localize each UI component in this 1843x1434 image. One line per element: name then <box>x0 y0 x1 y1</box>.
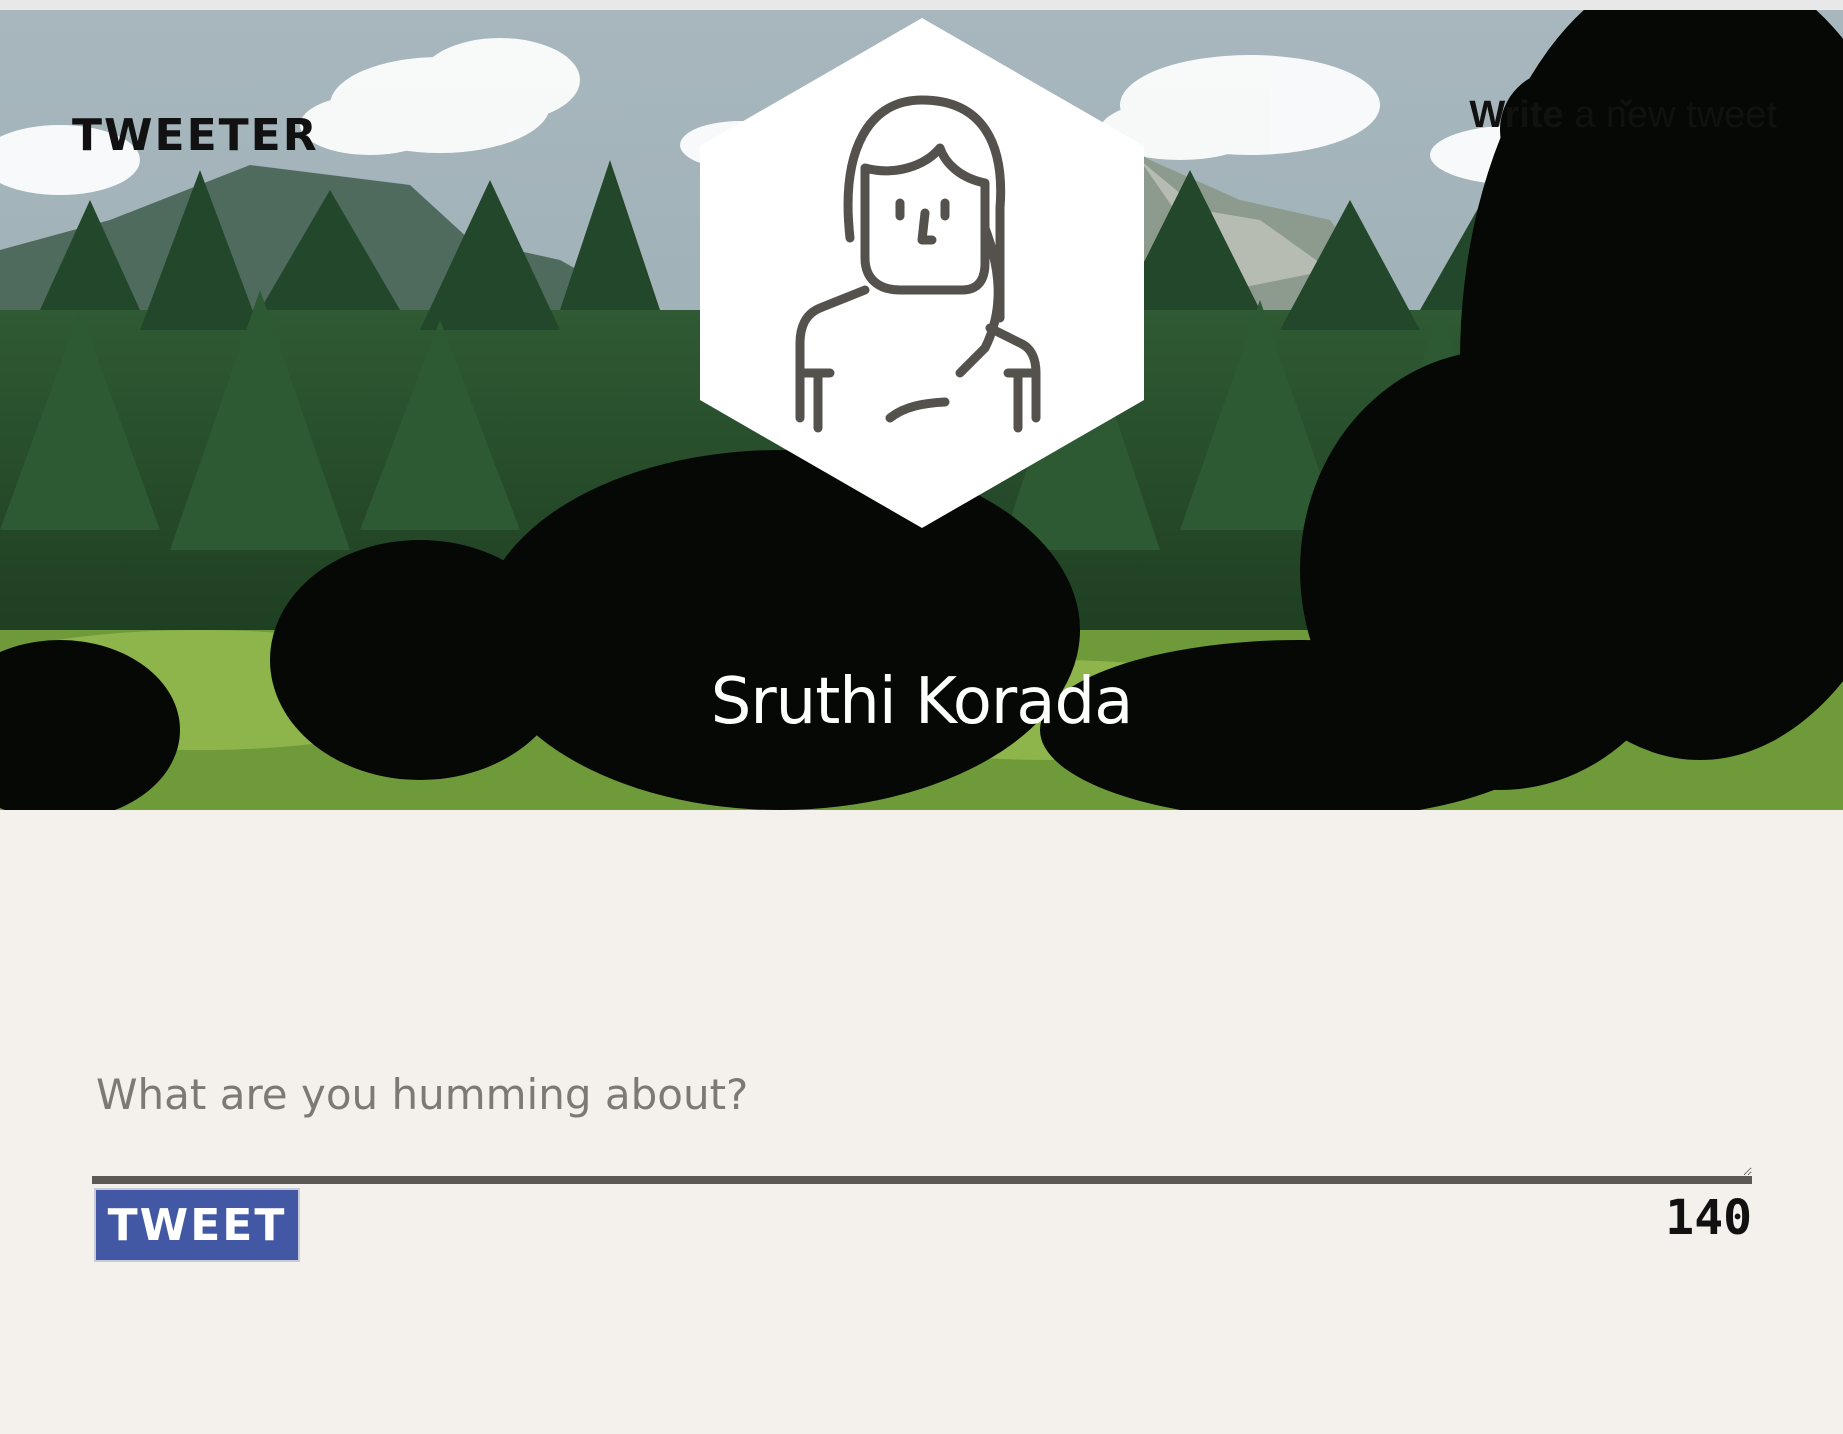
page: TWEETER Write a new tweet ⌄ Sruthi Korad… <box>0 0 1843 1434</box>
compose-tweet-form: TWEET 140 <box>92 1060 1752 1274</box>
write-new-tweet-toggle[interactable]: Write a new tweet ⌄ <box>1469 84 1777 137</box>
tweet-input[interactable] <box>92 1060 1752 1184</box>
brand-logo[interactable]: TWEETER <box>72 110 319 161</box>
female-avatar-icon <box>700 18 1144 528</box>
character-counter: 140 <box>1665 1190 1752 1246</box>
profile-name: Sruthi Korada <box>710 665 1134 739</box>
top-border <box>0 0 1843 10</box>
tweet-button[interactable]: TWEET <box>94 1188 300 1262</box>
profile-banner: TWEETER Write a new tweet ⌄ Sruthi Korad… <box>0 10 1843 810</box>
compose-footer: TWEET 140 <box>92 1184 1752 1274</box>
nav-toggle-bold-label: Write <box>1469 94 1564 136</box>
nav-toggle-label: a new tweet <box>1563 94 1777 136</box>
chevron-down-icon[interactable]: ⌄ <box>1615 84 1637 110</box>
